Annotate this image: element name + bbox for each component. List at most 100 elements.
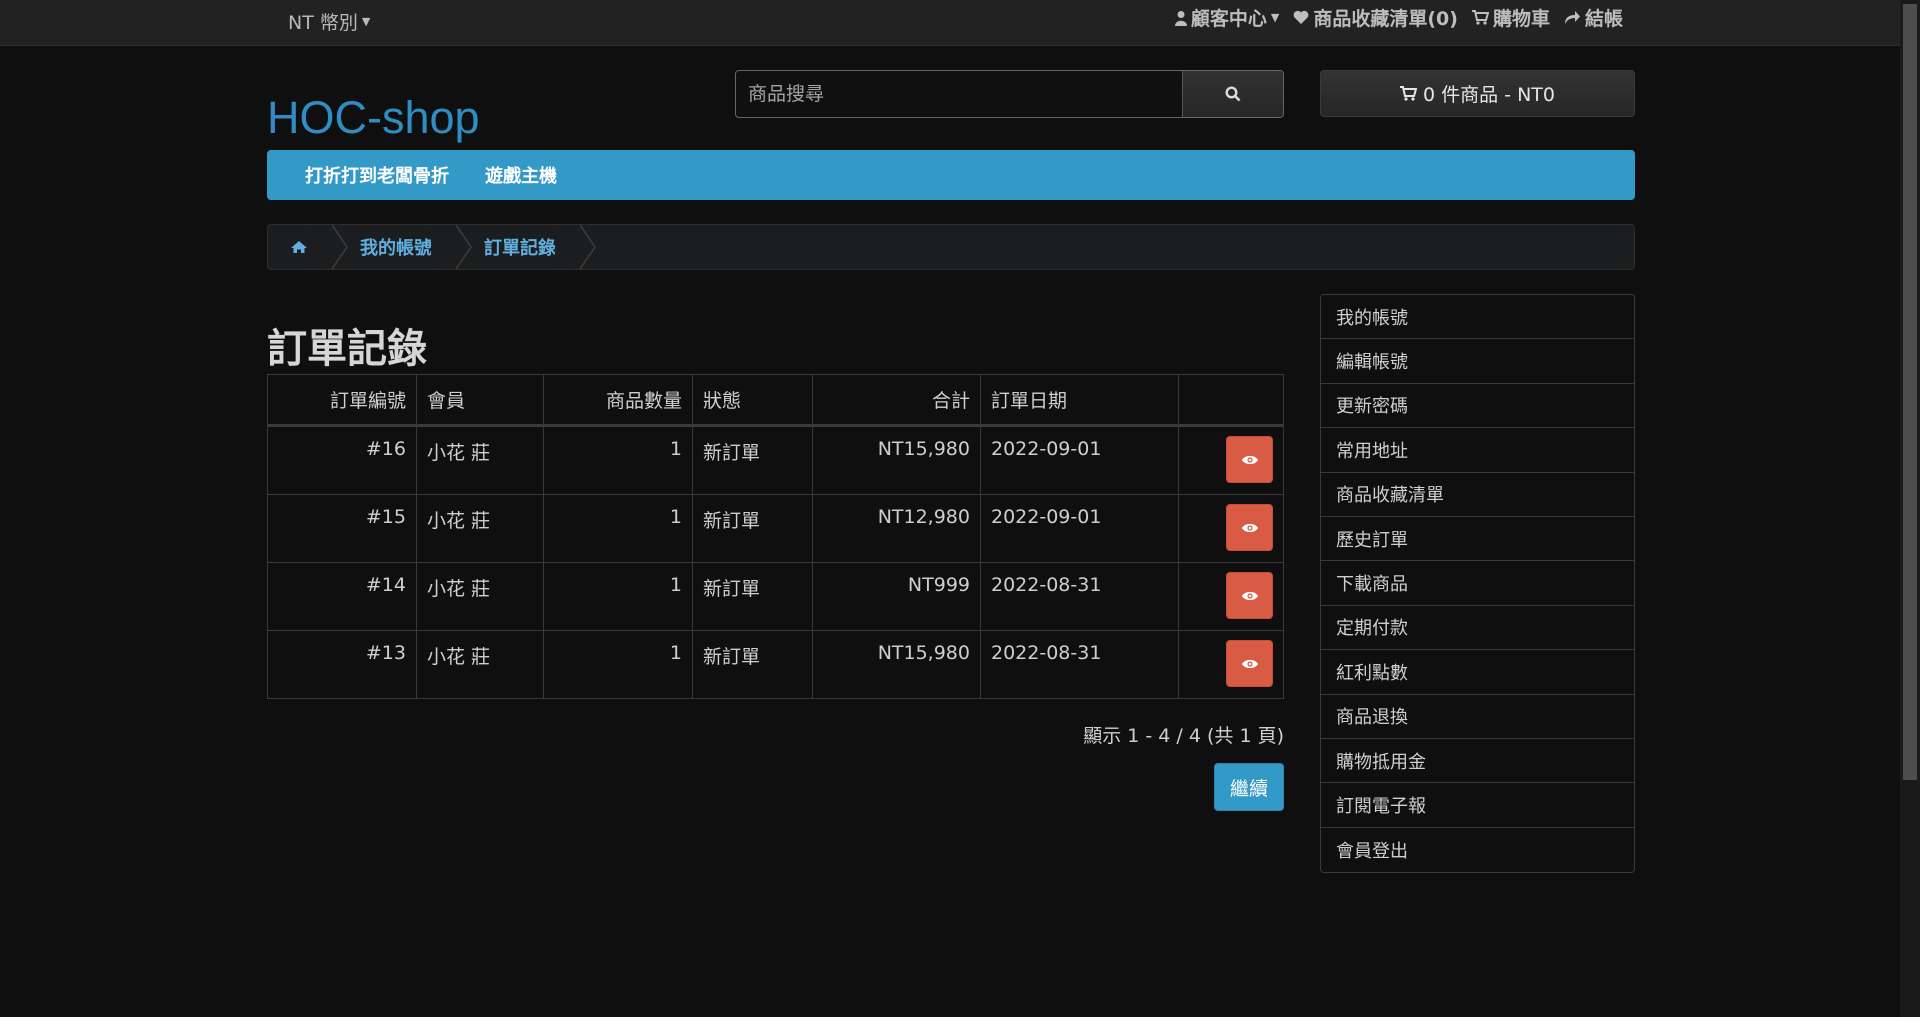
search-icon: [1225, 86, 1241, 102]
sidebar-item-edit-account[interactable]: 編輯帳號: [1321, 339, 1634, 384]
col-order-id: 訂單編號: [267, 374, 417, 427]
total: NT12,980: [812, 494, 981, 563]
sidebar-item-returns[interactable]: 商品退換: [1321, 695, 1634, 739]
shopping-cart-link[interactable]: 購物車: [1471, 4, 1550, 31]
sidebar-item-reward-points[interactable]: 紅利點數: [1321, 650, 1634, 695]
caret-down-icon: ▼: [361, 15, 371, 28]
scrollbar-thumb[interactable]: [1903, 4, 1917, 780]
member-name: 小花 莊: [416, 630, 544, 699]
sidebar-item-recurring[interactable]: 定期付款: [1321, 606, 1634, 651]
quantity: 1: [543, 494, 693, 563]
view-order-button[interactable]: [1226, 504, 1273, 551]
orders-table: 訂單編號 會員 商品數量 狀態 合計 訂單日期 #16 小花 莊 1 新訂單 N…: [267, 374, 1284, 699]
status: 新訂單: [692, 425, 813, 495]
breadcrumb-label: 訂單記錄: [484, 238, 556, 259]
cart-icon: [1400, 86, 1417, 101]
cart-icon: [1471, 10, 1489, 25]
col-quantity: 商品數量: [543, 374, 693, 427]
breadcrumb-home[interactable]: [268, 225, 348, 269]
breadcrumb-order-history[interactable]: 訂單記錄: [462, 225, 596, 269]
order-id: #15: [267, 494, 417, 563]
col-member: 會員: [416, 374, 544, 427]
view-order-button[interactable]: [1226, 436, 1273, 483]
col-total: 合計: [812, 374, 981, 427]
order-id: #13: [267, 630, 417, 699]
quantity: 1: [543, 630, 693, 699]
nav-item-consoles[interactable]: 遊戲主機: [485, 162, 557, 188]
order-date: 2022-09-01: [980, 425, 1179, 495]
order-id: #14: [267, 562, 417, 631]
customer-center-link[interactable]: 顧客中心 ▼: [1174, 4, 1280, 31]
customer-center-label: 顧客中心: [1190, 8, 1267, 30]
action-cell: [1178, 562, 1284, 631]
total: NT999: [812, 562, 981, 631]
top-bar: NT 幣別 ▼ 顧客中心 ▼ 商品收藏清單(0) 購物車 結帳: [0, 0, 1900, 46]
eye-icon: [1241, 659, 1258, 668]
nav-item-sale[interactable]: 打折打到老闆骨折: [305, 162, 449, 188]
shopping-cart-label: 購物車: [1492, 8, 1550, 30]
pagination-info: 顯示 1 - 4 / 4 (共 1 頁): [1083, 725, 1284, 747]
col-action: [1178, 374, 1284, 427]
search-button[interactable]: [1183, 71, 1283, 117]
action-cell: [1178, 630, 1284, 699]
sidebar-item-downloads[interactable]: 下載商品: [1321, 561, 1634, 606]
member-name: 小花 莊: [416, 494, 544, 563]
sidebar-item-password[interactable]: 更新密碼: [1321, 384, 1634, 429]
total: NT15,980: [812, 425, 981, 495]
home-icon: [291, 241, 307, 253]
member-name: 小花 莊: [416, 562, 544, 631]
sidebar-item-newsletter[interactable]: 訂閱電子報: [1321, 783, 1634, 828]
currency-label: NT 幣別: [288, 12, 358, 34]
search-bar: [735, 70, 1284, 118]
table-header-row: 訂單編號 會員 商品數量 狀態 合計 訂單日期: [267, 374, 1284, 427]
table-row: #16 小花 莊 1 新訂單 NT15,980 2022-09-01: [267, 425, 1284, 495]
vertical-scrollbar[interactable]: [1900, 0, 1920, 1017]
sidebar-item-transactions[interactable]: 購物抵用金: [1321, 739, 1634, 784]
status: 新訂單: [692, 494, 813, 563]
main-nav: 打折打到老闆骨折 遊戲主機: [267, 150, 1635, 200]
table-row: #13 小花 莊 1 新訂單 NT15,980 2022-08-31: [267, 630, 1284, 699]
order-date: 2022-09-01: [980, 494, 1179, 563]
sidebar-item-logout[interactable]: 會員登出: [1321, 828, 1634, 872]
checkout-label: 結帳: [1584, 8, 1623, 30]
status: 新訂單: [692, 630, 813, 699]
caret-down-icon: ▼: [1270, 11, 1280, 24]
order-id: #16: [267, 425, 417, 495]
sidebar-item-order-history[interactable]: 歷史訂單: [1321, 517, 1634, 562]
sidebar-item-my-account[interactable]: 我的帳號: [1321, 295, 1634, 340]
page-title: 訂單記錄: [267, 326, 427, 372]
eye-icon: [1241, 455, 1258, 464]
wishlist-link[interactable]: 商品收藏清單(0): [1293, 4, 1458, 31]
table-row: #15 小花 莊 1 新訂單 NT12,980 2022-09-01: [267, 494, 1284, 563]
quantity: 1: [543, 425, 693, 495]
search-input[interactable]: [736, 71, 1183, 117]
view-order-button[interactable]: [1226, 640, 1273, 687]
sidebar-item-wishlist[interactable]: 商品收藏清單: [1321, 473, 1634, 517]
action-cell: [1178, 425, 1284, 495]
eye-icon: [1241, 523, 1258, 532]
breadcrumb-separator: [580, 225, 596, 269]
total: NT15,980: [812, 630, 981, 699]
sidebar-item-address-book[interactable]: 常用地址: [1321, 428, 1634, 473]
order-date: 2022-08-31: [980, 630, 1179, 699]
col-status: 狀態: [692, 374, 813, 427]
col-date: 訂單日期: [980, 374, 1179, 427]
quantity: 1: [543, 562, 693, 631]
user-icon: [1174, 10, 1187, 26]
eye-icon: [1241, 591, 1258, 600]
wishlist-label: 商品收藏清單(0): [1313, 8, 1458, 30]
checkout-link[interactable]: 結帳: [1564, 4, 1623, 31]
table-row: #14 小花 莊 1 新訂單 NT999 2022-08-31: [267, 562, 1284, 631]
breadcrumb-my-account[interactable]: 我的帳號: [338, 225, 472, 269]
currency-selector[interactable]: NT 幣別 ▼: [288, 8, 370, 35]
heart-icon: [1294, 10, 1309, 24]
view-order-button[interactable]: [1226, 572, 1273, 619]
site-logo[interactable]: HOC-shop: [267, 92, 480, 144]
action-cell: [1178, 494, 1284, 563]
account-sidebar: 我的帳號 編輯帳號 更新密碼 常用地址 商品收藏清單 歷史訂單 下載商品 定期付…: [1320, 294, 1635, 874]
continue-button[interactable]: 繼續: [1214, 763, 1284, 811]
status: 新訂單: [692, 562, 813, 631]
member-name: 小花 莊: [416, 425, 544, 495]
cart-button[interactable]: 0 件商品 - NT0: [1320, 70, 1635, 117]
breadcrumb-label: 我的帳號: [360, 238, 432, 259]
